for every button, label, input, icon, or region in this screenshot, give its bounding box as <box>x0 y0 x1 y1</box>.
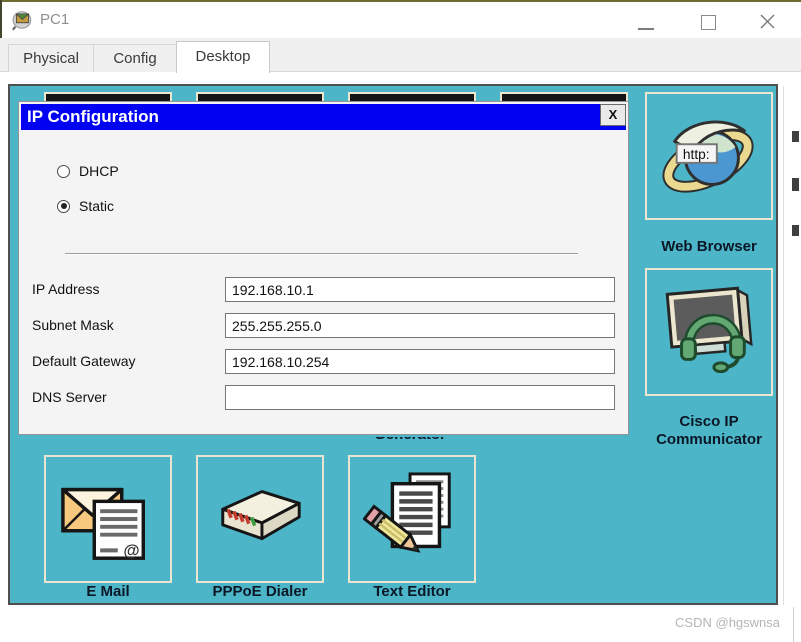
web-browser-label: Web Browser <box>661 238 757 255</box>
static-radio[interactable] <box>57 199 70 213</box>
cisco-ip-communicator-label: Cisco IP Communicator <box>656 413 762 448</box>
envelope-letter-icon: @ <box>61 487 145 560</box>
cropped-text-fragment <box>792 225 799 236</box>
static-radio-label: Static <box>79 198 115 214</box>
email-icon-button[interactable]: @ <box>44 455 172 583</box>
ip-address-input[interactable] <box>225 277 615 302</box>
window-title: PC1 <box>40 11 70 28</box>
dhcp-radio-row: DHCP <box>57 163 119 179</box>
dns-server-input[interactable] <box>225 385 615 410</box>
tab-desktop[interactable]: Desktop <box>176 41 270 73</box>
dialog-titlebar[interactable]: IP Configuration <box>21 104 626 130</box>
right-edge-line-bottom <box>793 607 794 642</box>
minimize-icon <box>638 28 654 30</box>
ip-configuration-dialog: IP Configuration X DHCP Static IP Addres… <box>18 101 629 435</box>
web-browser-globe-icon: http: <box>662 120 754 193</box>
default-gateway-label: Default Gateway <box>32 353 136 369</box>
cropped-text-fragment <box>792 178 799 191</box>
desktop-panel: http: Web Browser Cisco IP Communicator … <box>8 84 778 605</box>
tab-bar: Physical Config Desktop <box>0 38 801 73</box>
hidden-traffic-generator-label: Generator <box>346 437 474 443</box>
packet-tracer-logo-icon <box>12 11 32 31</box>
dialer-device-icon <box>221 490 301 541</box>
static-radio-row: Static <box>57 198 114 214</box>
maximize-icon <box>701 15 716 30</box>
subnet-mask-label: Subnet Mask <box>32 317 114 333</box>
tab-physical[interactable]: Physical <box>8 44 94 72</box>
maximize-button[interactable] <box>686 2 730 40</box>
subnet-mask-input[interactable] <box>225 313 615 338</box>
window-titlebar: PC1 <box>2 2 801 38</box>
dialog-title: IP Configuration <box>27 107 159 126</box>
default-gateway-input[interactable] <box>225 349 615 374</box>
ip-address-label: IP Address <box>32 281 100 297</box>
dhcp-radio[interactable] <box>57 164 70 178</box>
cisco-ip-communicator-icon-button[interactable] <box>645 268 773 396</box>
pppoe-dialer-label: PPPoE Dialer <box>212 583 308 600</box>
email-label: E Mail <box>86 583 130 600</box>
pppoe-dialer-icon-button[interactable] <box>196 455 324 583</box>
dialog-separator <box>65 253 578 254</box>
minimize-button[interactable] <box>624 2 668 40</box>
pc1-window: PC1 Physical Config Desktop http: Web Br… <box>0 0 801 642</box>
pencil-paper-icon <box>363 472 451 553</box>
close-icon <box>760 14 775 29</box>
dns-server-label: DNS Server <box>32 389 107 405</box>
text-editor-icon-button[interactable] <box>348 455 476 583</box>
monitor-headset-icon <box>665 286 753 374</box>
cropped-text-fragment <box>792 131 799 142</box>
watermark: CSDN @hgswnsa <box>675 615 780 630</box>
dialog-close-button[interactable]: X <box>600 104 626 126</box>
tab-config[interactable]: Config <box>93 44 177 72</box>
svg-text:http:: http: <box>683 147 710 162</box>
close-button[interactable] <box>746 2 790 40</box>
svg-text:@: @ <box>123 541 139 560</box>
web-browser-icon-button[interactable]: http: <box>645 92 773 220</box>
text-editor-label: Text Editor <box>373 583 451 600</box>
right-edge-line <box>783 86 784 605</box>
dhcp-radio-label: DHCP <box>79 163 119 179</box>
